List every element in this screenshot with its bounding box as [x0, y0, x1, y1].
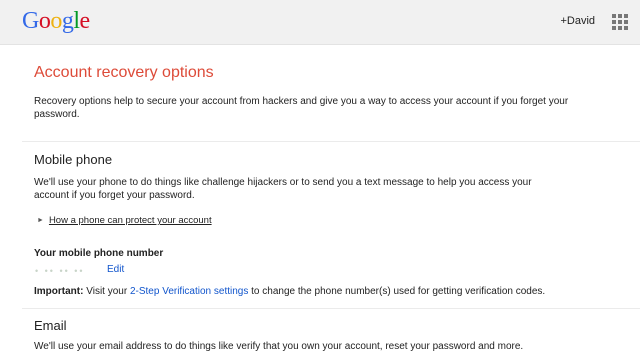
- logo-letter: e: [79, 8, 91, 34]
- intro-text: Recovery options help to secure your acc…: [34, 96, 624, 121]
- important-text-pre: Visit your: [83, 286, 130, 297]
- email-description: We'll use your email address to do thing…: [34, 341, 524, 352]
- disclosure-label[interactable]: How a phone can protect your account: [49, 215, 212, 226]
- mobile-number-label: Your mobile phone number: [34, 248, 164, 259]
- logo-letter: o: [50, 8, 62, 34]
- email-heading: Email: [34, 318, 67, 333]
- page-title: Account recovery options: [34, 64, 214, 81]
- section-divider: [22, 141, 640, 142]
- google-logo[interactable]: Google: [22, 8, 90, 34]
- mobile-phone-heading: Mobile phone: [34, 152, 113, 167]
- important-label: Important:: [34, 286, 84, 297]
- masked-phone-number: • •• •• ••: [35, 266, 85, 276]
- phone-protect-disclosure[interactable]: ► How a phone can protect your account: [37, 215, 212, 226]
- user-name-link[interactable]: +David: [560, 15, 595, 27]
- section-divider: [22, 308, 640, 309]
- apps-grid-icon[interactable]: [612, 14, 628, 30]
- logo-letter: o: [38, 8, 51, 34]
- mobile-description-line: account if you forget your password.: [34, 189, 195, 201]
- intro-line: Recovery options help to secure your acc…: [34, 96, 569, 107]
- mobile-description-line: We'll use your phone to do things like c…: [34, 177, 532, 188]
- triangle-right-icon: ►: [37, 217, 44, 224]
- edit-phone-link[interactable]: Edit: [107, 264, 124, 275]
- top-bar: Google +David: [0, 0, 640, 45]
- intro-line: password.: [34, 108, 80, 120]
- important-text-post: to change the phone number(s) used for g…: [248, 286, 546, 297]
- important-note: Important: Visit your 2-Step Verificatio…: [34, 286, 634, 299]
- mobile-description: We'll use your phone to do things like c…: [34, 177, 624, 202]
- logo-letter: g: [61, 8, 74, 34]
- logo-letter: G: [22, 8, 39, 34]
- two-step-verification-link[interactable]: 2-Step Verification settings: [130, 286, 248, 297]
